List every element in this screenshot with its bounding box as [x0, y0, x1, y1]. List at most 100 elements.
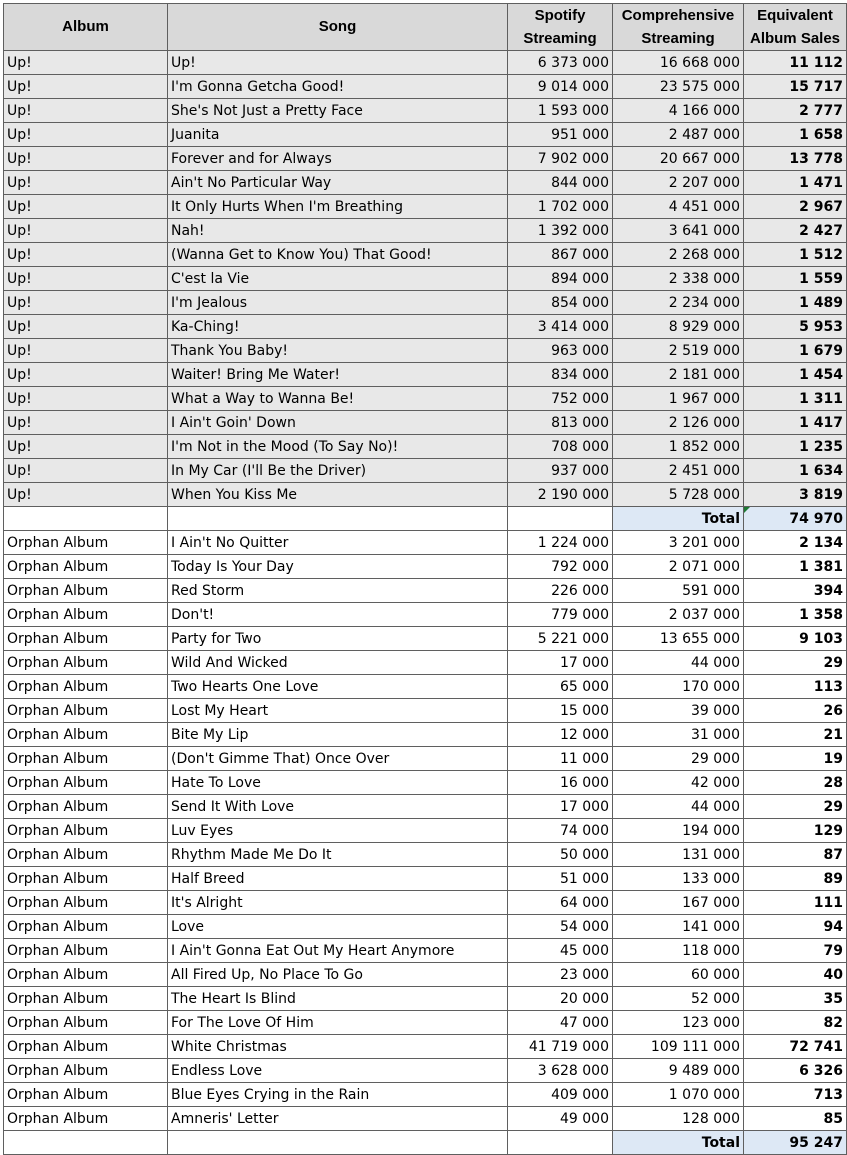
spotify-streaming-cell[interactable]: 20 000	[507, 986, 613, 1011]
comprehensive-streaming-cell[interactable]: 2 037 000	[612, 602, 744, 627]
spotify-streaming-cell[interactable]: 226 000	[507, 578, 613, 603]
equivalent-sales-cell[interactable]: 1 235	[743, 434, 847, 459]
album-cell[interactable]: Up!	[3, 266, 168, 291]
album-cell[interactable]: Orphan Album	[3, 818, 168, 843]
album-cell[interactable]: Up!	[3, 242, 168, 267]
equivalent-sales-cell[interactable]: 21	[743, 722, 847, 747]
equivalent-sales-cell[interactable]: 2 134	[743, 530, 847, 555]
album-cell[interactable]: Orphan Album	[3, 794, 168, 819]
spotify-streaming-cell[interactable]: 12 000	[507, 722, 613, 747]
song-cell[interactable]: I Ain't No Quitter	[167, 530, 508, 555]
equivalent-sales-cell[interactable]: 82	[743, 1010, 847, 1035]
equivalent-sales-cell[interactable]: 1 358	[743, 602, 847, 627]
comprehensive-streaming-cell[interactable]: 2 181 000	[612, 362, 744, 387]
song-cell[interactable]: Waiter! Bring Me Water!	[167, 362, 508, 387]
spotify-streaming-cell[interactable]: 3 628 000	[507, 1058, 613, 1083]
comprehensive-streaming-cell[interactable]: 5 728 000	[612, 482, 744, 507]
equivalent-sales-cell[interactable]: 5 953	[743, 314, 847, 339]
spotify-streaming-cell[interactable]: 844 000	[507, 170, 613, 195]
spotify-streaming-cell[interactable]: 779 000	[507, 602, 613, 627]
song-cell[interactable]: Thank You Baby!	[167, 338, 508, 363]
spotify-streaming-cell[interactable]: 65 000	[507, 674, 613, 699]
equivalent-album-sales-column-header[interactable]: Equivalent Album Sales	[743, 3, 847, 51]
song-cell[interactable]: Love	[167, 914, 508, 939]
spotify-streaming-cell[interactable]: 1 702 000	[507, 194, 613, 219]
album-cell[interactable]: Orphan Album	[3, 962, 168, 987]
album-cell[interactable]: Up!	[3, 482, 168, 507]
spotify-streaming-cell[interactable]: 5 221 000	[507, 626, 613, 651]
equivalent-sales-cell[interactable]: 1 489	[743, 290, 847, 315]
equivalent-sales-cell[interactable]: 1 512	[743, 242, 847, 267]
spotify-streaming-cell[interactable]: 47 000	[507, 1010, 613, 1035]
album-cell[interactable]: Orphan Album	[3, 866, 168, 891]
song-cell[interactable]: Forever and for Always	[167, 146, 508, 171]
spotify-streaming-cell[interactable]: 54 000	[507, 914, 613, 939]
equivalent-sales-cell[interactable]: 9 103	[743, 626, 847, 651]
album-cell[interactable]: Up!	[3, 50, 168, 75]
equivalent-sales-cell[interactable]: 13 778	[743, 146, 847, 171]
total-label[interactable]: Total	[612, 1130, 744, 1155]
comprehensive-streaming-cell[interactable]: 2 451 000	[612, 458, 744, 483]
song-cell[interactable]: Ain't No Particular Way	[167, 170, 508, 195]
comprehensive-streaming-cell[interactable]: 9 489 000	[612, 1058, 744, 1083]
comprehensive-streaming-cell[interactable]: 16 668 000	[612, 50, 744, 75]
comprehensive-streaming-cell[interactable]: 2 268 000	[612, 242, 744, 267]
album-cell[interactable]: Orphan Album	[3, 986, 168, 1011]
song-cell[interactable]: White Christmas	[167, 1034, 508, 1059]
empty-cell[interactable]	[167, 1130, 508, 1155]
equivalent-sales-cell[interactable]: 2 777	[743, 98, 847, 123]
song-cell[interactable]: C'est la Vie	[167, 266, 508, 291]
album-cell[interactable]: Up!	[3, 386, 168, 411]
comprehensive-streaming-cell[interactable]: 170 000	[612, 674, 744, 699]
spotify-streaming-cell[interactable]: 1 224 000	[507, 530, 613, 555]
song-cell[interactable]: The Heart Is Blind	[167, 986, 508, 1011]
comprehensive-streaming-cell[interactable]: 13 655 000	[612, 626, 744, 651]
comprehensive-streaming-cell[interactable]: 44 000	[612, 794, 744, 819]
comprehensive-streaming-cell[interactable]: 1 070 000	[612, 1082, 744, 1107]
spotify-streaming-cell[interactable]: 2 190 000	[507, 482, 613, 507]
comprehensive-streaming-cell[interactable]: 133 000	[612, 866, 744, 891]
comprehensive-streaming-cell[interactable]: 131 000	[612, 842, 744, 867]
equivalent-sales-cell[interactable]: 1 454	[743, 362, 847, 387]
spotify-streaming-cell[interactable]: 813 000	[507, 410, 613, 435]
song-cell[interactable]: Luv Eyes	[167, 818, 508, 843]
equivalent-sales-cell[interactable]: 29	[743, 650, 847, 675]
equivalent-sales-cell[interactable]: 1 471	[743, 170, 847, 195]
spotify-streaming-cell[interactable]: 792 000	[507, 554, 613, 579]
equivalent-sales-cell[interactable]: 28	[743, 770, 847, 795]
empty-cell[interactable]	[3, 1130, 168, 1155]
comprehensive-streaming-cell[interactable]: 109 111 000	[612, 1034, 744, 1059]
song-cell[interactable]: Party for Two	[167, 626, 508, 651]
equivalent-sales-cell[interactable]: 94	[743, 914, 847, 939]
song-cell[interactable]: (Wanna Get to Know You) That Good!	[167, 242, 508, 267]
comprehensive-streaming-cell[interactable]: 591 000	[612, 578, 744, 603]
equivalent-sales-cell[interactable]: 19	[743, 746, 847, 771]
song-cell[interactable]: I Ain't Gonna Eat Out My Heart Anymore	[167, 938, 508, 963]
song-cell[interactable]: Two Hearts One Love	[167, 674, 508, 699]
equivalent-sales-cell[interactable]: 1 679	[743, 338, 847, 363]
equivalent-sales-cell[interactable]: 1 559	[743, 266, 847, 291]
spotify-streaming-cell[interactable]: 45 000	[507, 938, 613, 963]
spotify-streaming-cell[interactable]: 49 000	[507, 1106, 613, 1131]
comprehensive-streaming-cell[interactable]: 31 000	[612, 722, 744, 747]
song-cell[interactable]: Rhythm Made Me Do It	[167, 842, 508, 867]
comprehensive-streaming-cell[interactable]: 60 000	[612, 962, 744, 987]
total-value[interactable]: 74 970	[743, 506, 847, 531]
album-cell[interactable]: Up!	[3, 74, 168, 99]
comprehensive-streaming-cell[interactable]: 2 071 000	[612, 554, 744, 579]
album-cell[interactable]: Orphan Album	[3, 1082, 168, 1107]
empty-cell[interactable]	[507, 506, 613, 531]
song-cell[interactable]: For The Love Of Him	[167, 1010, 508, 1035]
equivalent-sales-cell[interactable]: 1 381	[743, 554, 847, 579]
album-cell[interactable]: Orphan Album	[3, 890, 168, 915]
equivalent-sales-cell[interactable]: 79	[743, 938, 847, 963]
spotify-streaming-cell[interactable]: 9 014 000	[507, 74, 613, 99]
equivalent-sales-cell[interactable]: 85	[743, 1106, 847, 1131]
song-cell[interactable]: (Don't Gimme That) Once Over	[167, 746, 508, 771]
equivalent-sales-cell[interactable]: 129	[743, 818, 847, 843]
album-cell[interactable]: Orphan Album	[3, 650, 168, 675]
song-cell[interactable]: Blue Eyes Crying in the Rain	[167, 1082, 508, 1107]
song-cell[interactable]: Today Is Your Day	[167, 554, 508, 579]
album-cell[interactable]: Up!	[3, 218, 168, 243]
album-cell[interactable]: Orphan Album	[3, 602, 168, 627]
